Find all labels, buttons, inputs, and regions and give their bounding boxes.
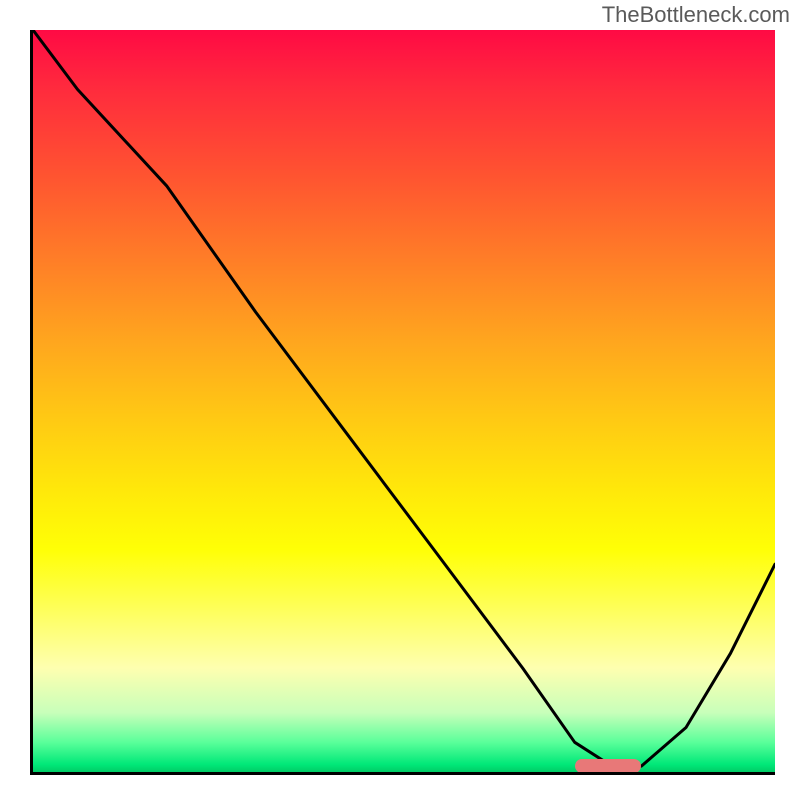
chart-curve-svg [33,30,775,772]
chart-plot-area [30,30,775,775]
optimal-range-marker [575,759,642,773]
watermark-label: TheBottleneck.com [602,2,790,28]
bottleneck-curve-line [33,30,775,766]
